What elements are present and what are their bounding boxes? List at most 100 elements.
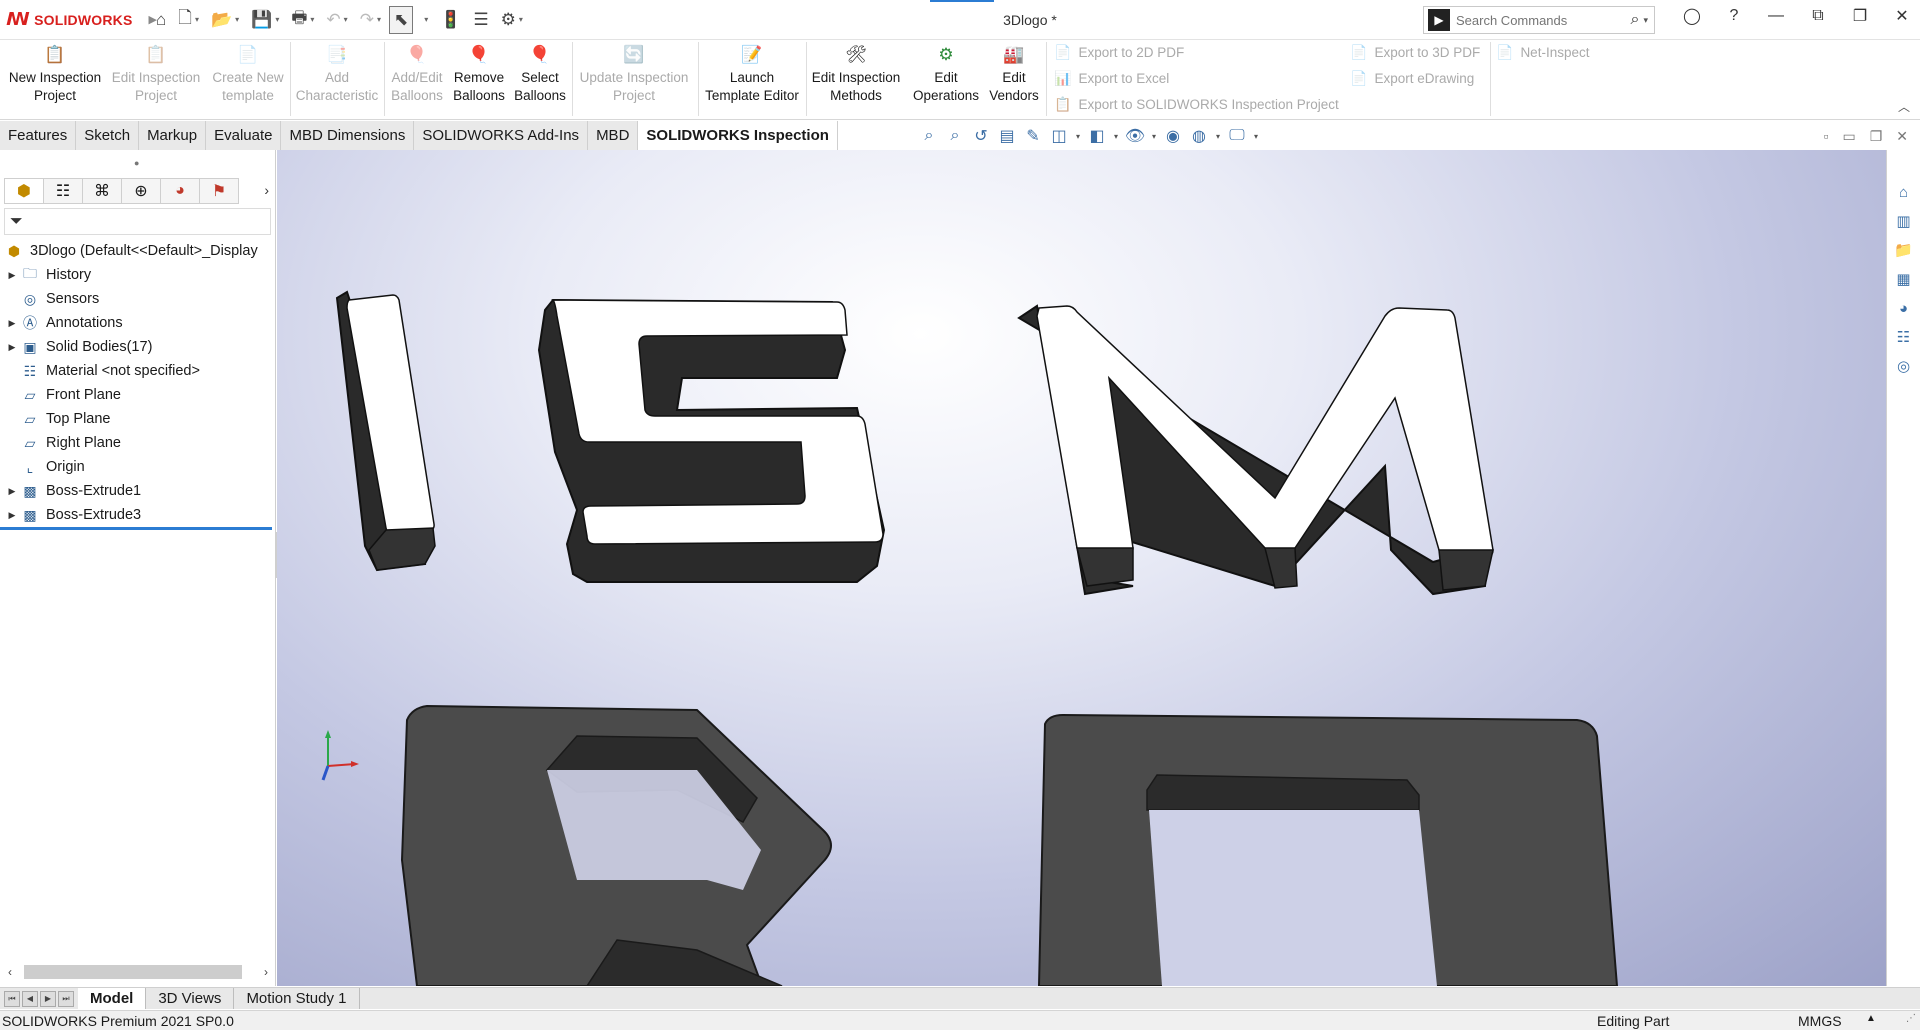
tree-root-part[interactable]: ⬢ 3Dlogo (Default<<Default>_Display <box>0 239 276 263</box>
solidworks-resources-icon[interactable]: ⌂ <box>1892 180 1916 204</box>
remove-balloons-button[interactable]: 🎈 Remove Balloons <box>450 44 508 105</box>
new-document-icon[interactable]: 🗋 ▾ <box>174 6 203 34</box>
search-input[interactable] <box>1456 12 1631 28</box>
collapse-ribbon-icon[interactable]: ︿ <box>1898 98 1910 115</box>
appearances-scenes-icon[interactable]: ◕ <box>1892 296 1916 320</box>
undo-icon[interactable]: ↶ ▾ <box>322 6 351 34</box>
tree-horizontal-scrollbar[interactable]: ‹ › <box>0 962 276 982</box>
next-tab-icon[interactable]: ▶ <box>40 990 56 1007</box>
select-arrow-icon[interactable]: ⬉ <box>388 5 414 34</box>
section-view-icon[interactable]: ▤ <box>996 126 1018 146</box>
view-settings-dropdown-icon[interactable]: ▾ <box>1252 132 1260 141</box>
base-letter-left[interactable] <box>400 704 832 986</box>
edit-inspection-project-button[interactable]: 📋 Edit Inspection Project <box>108 44 204 105</box>
update-inspection-project-button[interactable]: 🔄 Update Inspection Project <box>576 44 692 105</box>
net-inspect-button[interactable]: 📄 Net-Inspect <box>1496 44 1589 61</box>
edit-inspection-methods-button[interactable]: 🛠 Edit Inspection Methods <box>808 44 904 105</box>
tree-item-origin[interactable]: ⌞ Origin <box>0 455 276 479</box>
apply-scene-icon[interactable]: ◍ <box>1188 126 1210 146</box>
tab-solidworks-inspection[interactable]: SOLIDWORKS Inspection <box>638 121 838 150</box>
create-new-template-button[interactable]: 📄 Create New template <box>208 44 288 105</box>
view-orientation-icon[interactable]: ◫ <box>1048 126 1070 146</box>
solidworks-logo[interactable]: ꟿ SOLIDWORKS ▶ <box>0 9 157 30</box>
last-tab-icon[interactable]: ⏭ <box>58 990 74 1007</box>
tree-item-annotations[interactable]: ▶ Ⓐ Annotations <box>0 311 276 335</box>
tree-item-front-plane[interactable]: ▱ Front Plane <box>0 383 276 407</box>
view-palette-icon[interactable]: ▦ <box>1892 267 1916 291</box>
tree-item-material-not-specified[interactable]: ☷ Material <not specified> <box>0 359 276 383</box>
add-edit-balloons-button[interactable]: 🎈 Add/Edit Balloons <box>386 44 448 105</box>
expand-arrow-icon[interactable]: ▶ <box>4 510 20 521</box>
select-dropdown-icon[interactable]: ▾ <box>417 6 432 34</box>
select-balloons-button[interactable]: 🎈 Select Balloons <box>512 44 568 105</box>
tree-item-top-plane[interactable]: ▱ Top Plane <box>0 407 276 431</box>
export-edrawing-button[interactable]: 📄 Export eDrawing <box>1350 70 1474 87</box>
export-excel-button[interactable]: 📊 Export to Excel <box>1054 70 1169 87</box>
rebuild-traffic-light-icon[interactable]: 🚦 <box>436 6 465 34</box>
export-2d-pdf-button[interactable]: 📄 Export to 2D PDF <box>1054 44 1184 61</box>
property-manager-tab[interactable]: ☷ <box>43 178 83 204</box>
zoom-to-area-icon[interactable]: ⌕ <box>944 127 966 145</box>
view-settings-icon[interactable]: 🖵 <box>1226 127 1248 145</box>
search-commands-box[interactable]: ▶ ⌕ ▾ <box>1423 6 1655 34</box>
search-mode-icon[interactable]: ▶ <box>1428 9 1450 31</box>
custom-properties-icon[interactable]: ☷ <box>1892 325 1916 349</box>
tile-window-icon[interactable]: ⧉ <box>1806 7 1830 25</box>
letter-i[interactable] <box>335 290 436 572</box>
scene-dropdown-icon[interactable]: ▾ <box>1214 132 1222 141</box>
viewport-close-icon[interactable]: ✕ <box>1896 128 1908 145</box>
tabs-next-icon[interactable]: › <box>264 182 269 198</box>
dynamic-annotation-icon[interactable]: ✎ <box>1022 126 1044 146</box>
forum-icon[interactable]: ◎ <box>1892 354 1916 378</box>
graphics-area[interactable] <box>277 150 1886 986</box>
expand-arrow-icon[interactable]: ▶ <box>4 270 20 281</box>
open-icon[interactable]: 📂 ▾ <box>207 6 243 34</box>
tab-features[interactable]: Features <box>0 121 77 150</box>
file-explorer-icon[interactable]: 📁 <box>1892 238 1916 262</box>
tree-item-boss-extrude1[interactable]: ▶ ▩ Boss-Extrude1 <box>0 479 276 503</box>
export-3d-pdf-button[interactable]: 📄 Export to 3D PDF <box>1350 44 1480 61</box>
hide-show-items-icon[interactable]: 👁 <box>1124 126 1146 146</box>
display-style-icon[interactable]: ◧ <box>1086 126 1108 146</box>
rollback-bar[interactable] <box>0 527 272 530</box>
add-characteristic-button[interactable]: 📑 Add Characteristic <box>292 44 382 105</box>
export-sw-inspection-button[interactable]: 📋 Export to SOLIDWORKS Inspection Project <box>1054 96 1339 113</box>
tab-evaluate[interactable]: Evaluate <box>206 121 282 150</box>
base-letter-right[interactable] <box>1037 713 1619 986</box>
letter-m[interactable] <box>1017 304 1494 596</box>
viewport-minimize-icon[interactable]: ▭ <box>1842 128 1855 145</box>
launch-template-editor-button[interactable]: 📝 Launch Template Editor <box>702 44 802 105</box>
dimxpert-manager-tab[interactable]: ⊕ <box>121 178 161 204</box>
tree-item-history[interactable]: ▶ 🗀 History <box>0 263 276 287</box>
zoom-to-fit-icon[interactable]: ⌕ <box>918 127 940 145</box>
display-style-dropdown-icon[interactable]: ▾ <box>1112 132 1120 141</box>
file-properties-icon[interactable]: ☰ <box>469 6 492 34</box>
home-icon[interactable]: ⌂ <box>152 6 170 34</box>
configuration-manager-tab[interactable]: ⌘ <box>82 178 122 204</box>
tree-item-sensors[interactable]: ◎ Sensors <box>0 287 276 311</box>
search-dropdown-icon[interactable]: ▾ <box>1643 15 1648 26</box>
bottom-tab-model[interactable]: Model <box>78 988 147 1009</box>
expand-arrow-icon[interactable]: ▶ <box>4 486 20 497</box>
tree-item-solid-bodies-17[interactable]: ▶ ▣ Solid Bodies(17) <box>0 335 276 359</box>
bottom-tab-motion-study-1[interactable]: Motion Study 1 <box>234 988 360 1009</box>
scroll-right-icon[interactable]: › <box>256 965 276 979</box>
design-library-icon[interactable]: ▥ <box>1892 209 1916 233</box>
view-orientation-dropdown-icon[interactable]: ▾ <box>1074 132 1082 141</box>
viewport-restore-icon[interactable]: ❐ <box>1870 128 1883 145</box>
previous-view-icon[interactable]: ↺ <box>970 126 992 146</box>
tab-mbd-dimensions[interactable]: MBD Dimensions <box>281 121 415 150</box>
display-manager-tab[interactable]: ◕ <box>160 178 200 204</box>
tree-item-right-plane[interactable]: ▱ Right Plane <box>0 431 276 455</box>
scroll-left-icon[interactable]: ‹ <box>0 965 20 979</box>
edit-operations-button[interactable]: ⚙ Edit Operations <box>908 44 984 105</box>
tab-solidworks-add-ins[interactable]: SOLIDWORKS Add-Ins <box>414 121 589 150</box>
letter-s[interactable] <box>537 298 886 583</box>
inspection-manager-tab[interactable]: ⚑ <box>199 178 239 204</box>
edit-appearance-icon[interactable]: ◉ <box>1162 126 1184 146</box>
feature-manager-tab[interactable]: ⬢ <box>4 178 44 204</box>
tree-item-boss-extrude3[interactable]: ▶ ▩ Boss-Extrude3 <box>0 503 276 527</box>
viewport-menu-icon[interactable]: ▫ <box>1824 128 1829 145</box>
edit-vendors-button[interactable]: 🏭 Edit Vendors <box>986 44 1042 105</box>
search-icon[interactable]: ⌕ <box>1631 11 1640 29</box>
